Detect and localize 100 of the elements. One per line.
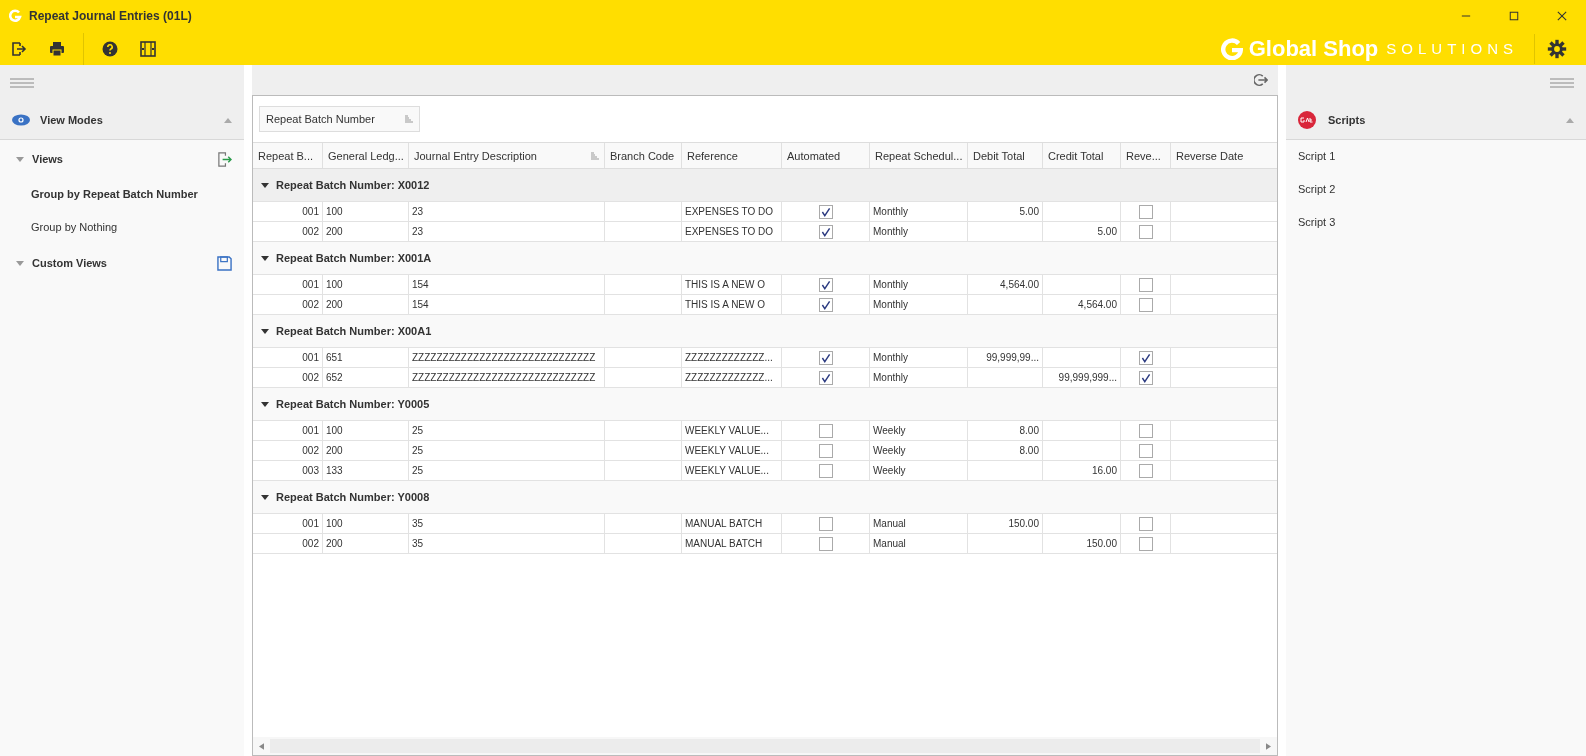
column-header[interactable]: Debit Total (968, 143, 1043, 168)
checkbox[interactable] (1138, 224, 1153, 239)
table-cell: THIS IS A NEW O (682, 275, 782, 294)
checkbox[interactable] (1138, 443, 1153, 458)
checkbox[interactable] (1138, 536, 1153, 551)
checkbox[interactable] (1138, 297, 1153, 312)
checkbox[interactable] (818, 297, 833, 312)
resize-icon[interactable] (140, 40, 156, 57)
print-icon[interactable] (49, 40, 65, 57)
column-header[interactable]: Journal Entry Description (409, 143, 605, 168)
brand-logo-icon (1220, 37, 1243, 60)
table-cell: 001 (253, 421, 323, 440)
scroll-left-icon[interactable] (259, 742, 264, 750)
settings-icon[interactable] (1547, 38, 1567, 59)
script-item[interactable]: Script 3 (1286, 206, 1586, 239)
section-title[interactable]: Views (32, 153, 63, 165)
checkbox[interactable] (1138, 204, 1153, 219)
table-cell: WEEKLY VALUE... (682, 441, 782, 460)
help-icon[interactable] (102, 40, 118, 57)
exit-icon[interactable] (11, 40, 27, 57)
table-cell: 5.00 (1097, 226, 1117, 237)
table-cell: 35 (409, 534, 605, 553)
column-header[interactable]: Reference (682, 143, 782, 168)
menu-icon[interactable] (1550, 78, 1574, 88)
window-title: Repeat Journal Entries (01L) (29, 9, 192, 23)
group-label: Repeat Batch Number: X00A1 (276, 325, 432, 337)
save-icon[interactable] (217, 255, 232, 271)
column-header[interactable]: General Ledg... (323, 143, 409, 168)
expand-icon[interactable] (261, 494, 269, 500)
column-header[interactable]: Branch Code (605, 143, 682, 168)
table-cell: 4,564.00 (1078, 299, 1117, 310)
checkbox[interactable] (1138, 423, 1153, 438)
table-cell: ZZZZZZZZZZZZZZZZZZZZZZZZZZZZZZ (409, 368, 605, 387)
checkbox[interactable] (818, 516, 833, 531)
expand-icon[interactable] (261, 182, 269, 188)
table-cell: 99,999,999... (1058, 372, 1117, 383)
table-cell: 133 (323, 461, 409, 480)
checkbox[interactable] (1138, 277, 1153, 292)
view-item[interactable]: Group by Nothing (0, 211, 244, 244)
close-icon[interactable] (1557, 11, 1567, 21)
table-cell: 001 (253, 275, 323, 294)
table-cell: 652 (323, 368, 409, 387)
checkbox[interactable] (818, 277, 833, 292)
column-header[interactable]: Repeat B... (253, 143, 323, 168)
app-logo-icon (8, 9, 22, 23)
table-cell: 150.00 (1086, 538, 1117, 549)
table-cell: Monthly (870, 275, 968, 294)
horizontal-scrollbar[interactable] (253, 737, 1277, 755)
table-cell: MANUAL BATCH (682, 514, 782, 533)
script-item[interactable]: Script 1 (1286, 140, 1586, 173)
checkbox[interactable] (818, 443, 833, 458)
checkbox[interactable] (818, 370, 833, 385)
checkbox[interactable] (818, 463, 833, 478)
table-cell: 002 (253, 368, 323, 387)
panel-title: Scripts (1328, 114, 1366, 126)
checkbox[interactable] (818, 350, 833, 365)
table-cell: 16.00 (1091, 465, 1117, 476)
collapse-icon[interactable] (1566, 117, 1574, 123)
checkbox[interactable] (818, 224, 833, 239)
export-icon[interactable] (217, 151, 232, 167)
maximize-icon[interactable] (1509, 11, 1519, 21)
view-item[interactable]: Group by Repeat Batch Number (0, 178, 244, 211)
table-cell: Weekly (870, 441, 968, 460)
column-header[interactable]: Reverse Date (1171, 143, 1277, 168)
table-cell: 154 (409, 295, 605, 314)
checkbox[interactable] (1138, 463, 1153, 478)
table-cell: 150.00 (1008, 518, 1039, 529)
table-cell: 35 (409, 514, 605, 533)
expand-icon[interactable] (261, 401, 269, 407)
checkbox[interactable] (1138, 516, 1153, 531)
checkbox[interactable] (818, 536, 833, 551)
checkbox[interactable] (818, 204, 833, 219)
group-label: Repeat Batch Number: Y0005 (276, 398, 430, 410)
table-cell: 5.00 (1019, 206, 1039, 217)
table-cell: ZZZZZZZZZZZZZZZZZZZZZZZZZZZZZZ (409, 348, 605, 367)
script-item[interactable]: Script 2 (1286, 173, 1586, 206)
collapse-icon[interactable] (224, 117, 232, 123)
table-cell: 100 (323, 275, 409, 294)
menu-icon[interactable] (10, 78, 34, 88)
checkbox[interactable] (1138, 370, 1153, 385)
table-cell: 100 (323, 421, 409, 440)
panel-title: View Modes (40, 114, 103, 126)
group-chip[interactable]: Repeat Batch Number (259, 106, 420, 132)
logout-icon[interactable] (1254, 73, 1268, 87)
expand-icon[interactable] (261, 328, 269, 334)
expand-icon[interactable] (261, 255, 269, 261)
table-cell: 100 (323, 514, 409, 533)
section-title[interactable]: Custom Views (32, 257, 107, 269)
table-cell: Monthly (870, 202, 968, 221)
table-cell: Monthly (870, 222, 968, 241)
column-header[interactable]: Repeat Schedul... (870, 143, 968, 168)
table-cell: WEEKLY VALUE... (682, 421, 782, 440)
column-header[interactable]: Automated (782, 143, 870, 168)
group-label: Repeat Batch Number: X001A (276, 252, 432, 264)
scroll-right-icon[interactable] (1266, 742, 1271, 750)
column-header[interactable]: Credit Total (1043, 143, 1121, 168)
table-cell: 99,999,99... (986, 352, 1039, 363)
checkbox[interactable] (818, 423, 833, 438)
checkbox[interactable] (1138, 350, 1153, 365)
column-header[interactable]: Reve... (1121, 143, 1171, 168)
